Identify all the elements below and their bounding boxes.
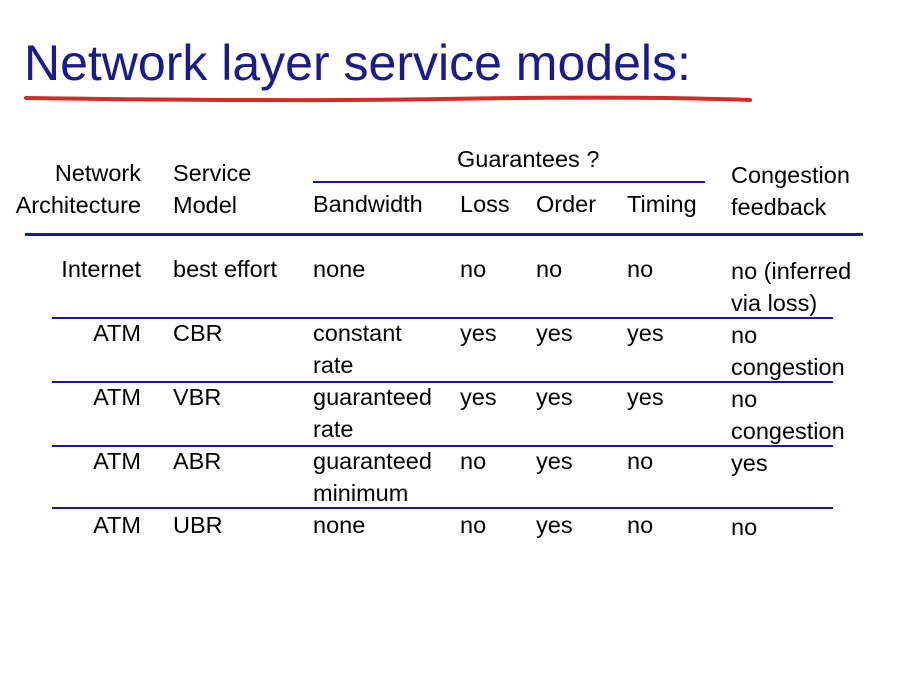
header-service: Service [173,160,252,186]
cell-architecture: ATM [93,512,141,538]
cell-feedback: no [731,386,758,412]
header-architecture: Architecture [15,192,141,218]
cell-feedback: no [731,322,758,348]
header-rule [25,233,863,236]
header-congestion: Congestion [731,162,850,188]
cell-loss: no [460,512,487,538]
header-guarantees: Guarantees ? [457,146,600,172]
header-feedback: feedback [731,194,827,220]
cell-order: yes [536,320,573,346]
guarantees-rule [313,181,705,183]
cell-feedback-cont: via loss) [731,290,818,316]
row-divider [52,381,833,383]
cell-service-model: best effort [173,256,278,282]
cell-bandwidth: constant [313,320,402,346]
cell-timing: no [627,448,654,474]
cell-timing: yes [627,320,664,346]
cell-timing: no [627,512,654,538]
cell-timing: no [627,256,654,282]
cell-architecture: ATM [93,448,141,474]
row-divider [52,445,833,447]
cell-feedback: yes [731,450,768,476]
row-divider [52,317,833,319]
cell-order: yes [536,384,573,410]
cell-architecture: ATM [93,384,141,410]
header-bandwidth: Bandwidth [313,191,423,217]
cell-loss: yes [460,384,497,410]
cell-loss: no [460,256,487,282]
cell-bandwidth: none [313,512,366,538]
cell-bandwidth-cont: rate [313,416,354,442]
cell-service-model: ABR [173,448,222,474]
header-order: Order [536,191,597,217]
cell-architecture: Internet [61,256,141,282]
title-underline [24,95,752,103]
cell-feedback: no (inferred [731,258,852,284]
cell-order: yes [536,448,573,474]
cell-bandwidth: guaranteed [313,384,432,410]
cell-order: no [536,256,563,282]
cell-feedback: no [731,514,758,540]
cell-bandwidth: guaranteed [313,448,432,474]
cell-loss: no [460,448,487,474]
cell-timing: yes [627,384,664,410]
cell-bandwidth-cont: minimum [313,480,409,506]
cell-architecture: ATM [93,320,141,346]
header-loss: Loss [460,191,510,217]
cell-feedback-cont: congestion [731,418,845,444]
row-divider [52,507,833,509]
cell-service-model: VBR [173,384,222,410]
cell-bandwidth-cont: rate [313,352,354,378]
cell-order: yes [536,512,573,538]
cell-feedback-cont: congestion [731,354,845,380]
slide-title: Network layer service models: [24,35,691,91]
header-model: Model [173,192,238,218]
cell-bandwidth: none [313,256,366,282]
header-timing: Timing [627,191,697,217]
header-network: Network [54,160,141,186]
cell-service-model: CBR [173,320,223,346]
cell-service-model: UBR [173,512,223,538]
cell-loss: yes [460,320,497,346]
